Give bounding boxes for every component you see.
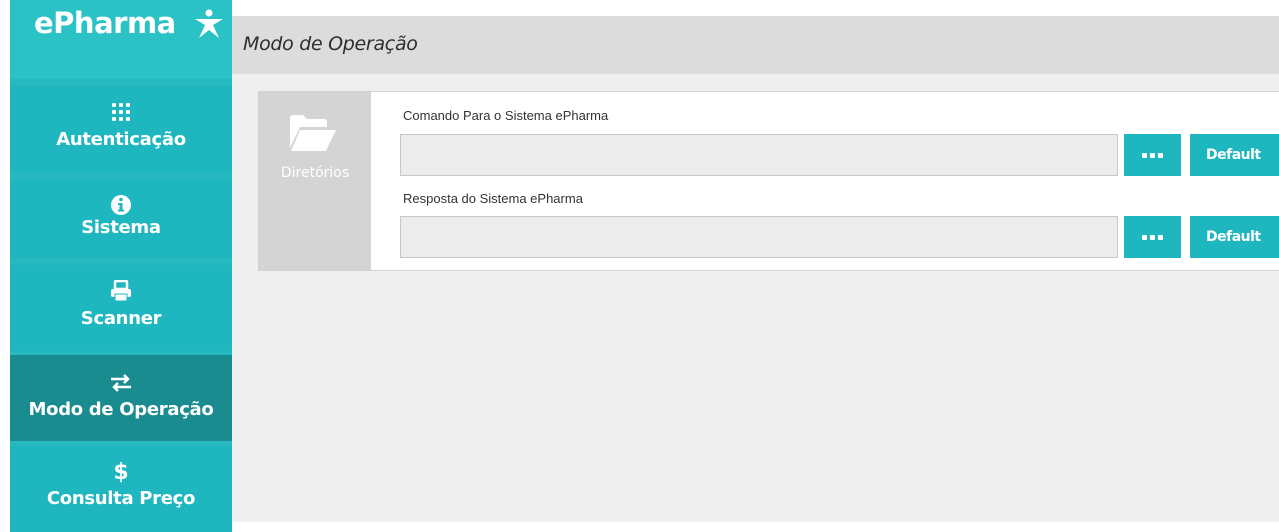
sidebar-divider — [10, 172, 232, 179]
default-comando-button[interactable]: Default — [1190, 134, 1279, 176]
sidebar-divider — [10, 79, 232, 86]
sidebar-divider — [10, 258, 232, 265]
sidebar-item-scanner[interactable]: Scanner — [10, 265, 232, 351]
sidebar: ePharma Autenticação Sistema Scanner Mod… — [10, 0, 232, 532]
sidebar-item-sistema[interactable]: Sistema — [10, 179, 232, 265]
section-label: Diretórios — [280, 165, 350, 181]
ellipsis-icon — [1142, 152, 1147, 158]
sidebar-item-label: Consulta Preço — [46, 488, 196, 509]
field-label-comando: Comando Para o Sistema ePharma — [403, 108, 609, 123]
sidebar-item-label: Autenticação — [56, 129, 186, 150]
person-star-icon — [195, 9, 223, 38]
ellipsis-icon — [1150, 152, 1155, 158]
page-header: Modo de Operação — [232, 16, 1279, 74]
sidebar-item-label: Sistema — [81, 217, 161, 238]
ellipsis-icon — [1142, 234, 1147, 240]
sidebar-item-label: Modo de Operação — [28, 399, 214, 420]
ellipsis-icon — [1150, 234, 1155, 240]
comando-path-input[interactable] — [400, 134, 1118, 176]
svg-text:$: $ — [113, 460, 128, 483]
ellipsis-icon — [1158, 234, 1163, 240]
ellipsis-icon — [1158, 152, 1163, 158]
browse-resposta-button[interactable] — [1124, 216, 1181, 258]
panel-section-header: Diretórios — [259, 92, 371, 270]
page-title: Modo de Operação — [243, 33, 418, 55]
brand-name: ePharma — [34, 6, 176, 40]
sidebar-item-autenticacao[interactable]: Autenticação — [10, 86, 232, 172]
info-icon — [10, 193, 232, 217]
sidebar-item-consulta-preco[interactable]: $ Consulta Preço — [10, 446, 232, 532]
directories-panel: Diretórios Comando Para o Sistema ePharm… — [258, 91, 1279, 271]
resposta-path-input[interactable] — [400, 216, 1118, 258]
keypad-icon — [10, 100, 232, 124]
folder-open-icon — [290, 115, 336, 151]
printer-icon — [10, 279, 232, 303]
dollar-icon: $ — [10, 459, 232, 483]
sidebar-item-label: Scanner — [80, 308, 162, 329]
logo: ePharma — [10, 0, 232, 79]
sidebar-item-modo-de-operacao[interactable]: Modo de Operação — [10, 355, 232, 441]
default-resposta-button[interactable]: Default — [1190, 216, 1279, 258]
swap-arrows-icon — [10, 371, 232, 395]
browse-comando-button[interactable] — [1124, 134, 1181, 176]
field-label-resposta: Resposta do Sistema ePharma — [403, 191, 583, 206]
